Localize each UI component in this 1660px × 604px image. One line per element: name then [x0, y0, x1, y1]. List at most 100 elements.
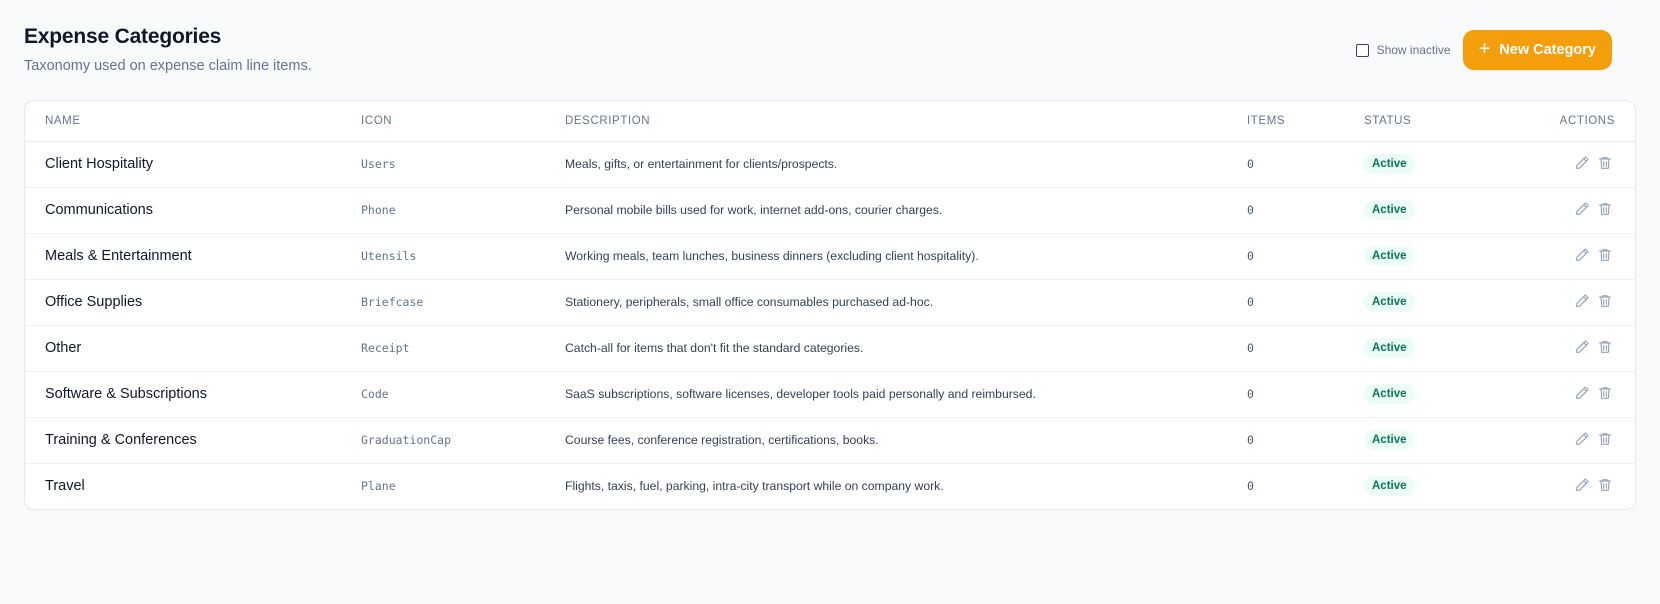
column-header-items: Items: [1247, 101, 1364, 142]
category-item-count: 0: [1247, 325, 1364, 372]
show-inactive-checkbox[interactable]: [1355, 43, 1369, 57]
row-actions: [1514, 233, 1635, 280]
edit-pencil-icon[interactable]: [1574, 247, 1592, 265]
row-actions: [1514, 187, 1635, 234]
row-actions: [1514, 141, 1635, 188]
column-header-status: Status: [1364, 101, 1514, 142]
status-badge: Active: [1364, 200, 1415, 220]
table-row[interactable]: Travel Plane Flights, taxis, fuel, parking…: [25, 463, 1635, 509]
category-description: Course fees, conference registration, ce…: [565, 417, 1247, 464]
plus-icon: +: [1478, 38, 1491, 60]
delete-trash-icon[interactable]: [1597, 293, 1615, 311]
page-header: Expense Categories Taxonomy used on expe…: [24, 0, 1636, 100]
category-item-count: 0: [1247, 479, 1254, 494]
category-icon-name: Users: [361, 141, 565, 188]
status-badge: Active: [1364, 476, 1415, 497]
table-row[interactable]: Other Receipt Catch-all for items that don…: [25, 325, 1635, 372]
edit-pencil-icon[interactable]: [1574, 201, 1592, 219]
show-inactive-toggle[interactable]: Show inactive: [1355, 43, 1451, 57]
category-name: Software & Subscriptions: [25, 371, 361, 418]
table-body: Client Hospitality Users Meals, gifts, or …: [25, 141, 1635, 509]
category-item-count: 0: [1247, 371, 1364, 418]
category-icon-name: GraduationCap: [361, 417, 565, 464]
table-header-row: Name Icon Description Items Status Actio…: [25, 101, 1635, 142]
row-actions: [1514, 371, 1635, 418]
table-row[interactable]: Software & Subscriptions Code SaaS subscri…: [25, 371, 1635, 418]
new-category-button[interactable]: + New Category: [1462, 30, 1612, 70]
category-name: Travel: [45, 478, 85, 495]
category-icon-name: Utensils: [361, 233, 565, 280]
table-row[interactable]: Office Supplies Briefcase Stationery, peri…: [25, 279, 1635, 326]
column-header-name[interactable]: Name: [25, 101, 361, 142]
category-icon-name: Phone: [361, 187, 565, 234]
category-item-count: 0: [1247, 187, 1364, 234]
category-name: Meals & Entertainment: [25, 233, 361, 280]
category-name: Client Hospitality: [25, 141, 361, 188]
category-description: SaaS subscriptions, software licenses, d…: [565, 371, 1247, 418]
table-row[interactable]: Client Hospitality Users Meals, gifts, or …: [25, 141, 1635, 188]
delete-trash-icon[interactable]: [1597, 431, 1615, 449]
category-name: Office Supplies: [25, 279, 361, 326]
delete-trash-icon[interactable]: [1597, 385, 1615, 403]
category-description: Flights, taxis, fuel, parking, intra-cit…: [565, 479, 944, 494]
category-name: Training & Conferences: [25, 417, 361, 464]
category-status-cell: Active: [1364, 371, 1514, 418]
category-icon-name: Briefcase: [361, 279, 565, 326]
page-title: Expense Categories: [24, 25, 222, 48]
delete-trash-icon[interactable]: [1597, 247, 1615, 265]
category-status-cell: Active: [1364, 141, 1514, 188]
column-header-actions: Actions: [1514, 101, 1635, 142]
edit-pencil-icon[interactable]: [1574, 477, 1592, 495]
category-description: Personal mobile bills used for work, int…: [565, 187, 1247, 234]
delete-trash-icon[interactable]: [1597, 339, 1615, 357]
category-description: Meals, gifts, or entertainment for clien…: [565, 141, 1247, 188]
category-status-cell: Active: [1364, 187, 1514, 234]
delete-trash-icon[interactable]: [1597, 477, 1615, 495]
edit-pencil-icon[interactable]: [1574, 431, 1592, 449]
category-icon-name: Plane: [361, 479, 396, 494]
page-subtitle: Taxonomy used on expense claim line item…: [24, 58, 312, 74]
delete-trash-icon[interactable]: [1597, 155, 1615, 173]
status-badge: Active: [1364, 154, 1415, 174]
toolbar: Show inactive + New Category: [1355, 30, 1612, 70]
row-actions: [1514, 325, 1635, 372]
delete-trash-icon[interactable]: [1597, 201, 1615, 219]
table-row[interactable]: Meals & Entertainment Utensils Working mea…: [25, 233, 1635, 280]
category-item-count: 0: [1247, 417, 1364, 464]
category-description: Stationery, peripherals, small office co…: [565, 279, 1247, 326]
edit-pencil-icon[interactable]: [1574, 155, 1592, 173]
column-header-description: Description: [565, 101, 1247, 142]
row-actions: [1514, 463, 1635, 509]
category-status-cell: Active: [1364, 325, 1514, 372]
category-item-count: 0: [1247, 233, 1364, 280]
status-badge: Active: [1364, 338, 1415, 358]
categories-table: Name Icon Description Items Status Actio…: [25, 101, 1635, 509]
category-status-cell: Active: [1364, 279, 1514, 326]
category-name: Communications: [25, 187, 361, 234]
category-description: Working meals, team lunches, business di…: [565, 233, 1247, 280]
category-icon-name: Code: [361, 371, 565, 418]
category-name: Other: [25, 325, 361, 372]
row-actions: [1514, 417, 1635, 464]
table-header: Name Icon Description Items Status Actio…: [25, 101, 1635, 142]
status-badge: Active: [1364, 292, 1415, 312]
category-status-cell: Active: [1364, 463, 1514, 509]
categories-table-card: Name Icon Description Items Status Actio…: [24, 100, 1636, 510]
new-category-label: New Category: [1499, 42, 1596, 58]
table-row[interactable]: Communications Phone Personal mobile bills…: [25, 187, 1635, 234]
edit-pencil-icon[interactable]: [1574, 385, 1592, 403]
status-badge: Active: [1364, 384, 1415, 404]
category-item-count: 0: [1247, 279, 1364, 326]
table-row[interactable]: Training & Conferences GraduationCap Cours…: [25, 417, 1635, 464]
category-item-count: 0: [1247, 141, 1364, 188]
edit-pencil-icon[interactable]: [1574, 293, 1592, 311]
category-description: Catch-all for items that don't fit the s…: [565, 325, 1247, 372]
category-icon-name: Receipt: [361, 325, 565, 372]
status-badge: Active: [1364, 246, 1415, 266]
edit-pencil-icon[interactable]: [1574, 339, 1592, 357]
show-inactive-label: Show inactive: [1376, 43, 1451, 57]
category-status-cell: Active: [1364, 417, 1514, 464]
category-status-cell: Active: [1364, 233, 1514, 280]
row-actions: [1514, 279, 1635, 326]
status-badge: Active: [1364, 430, 1415, 450]
